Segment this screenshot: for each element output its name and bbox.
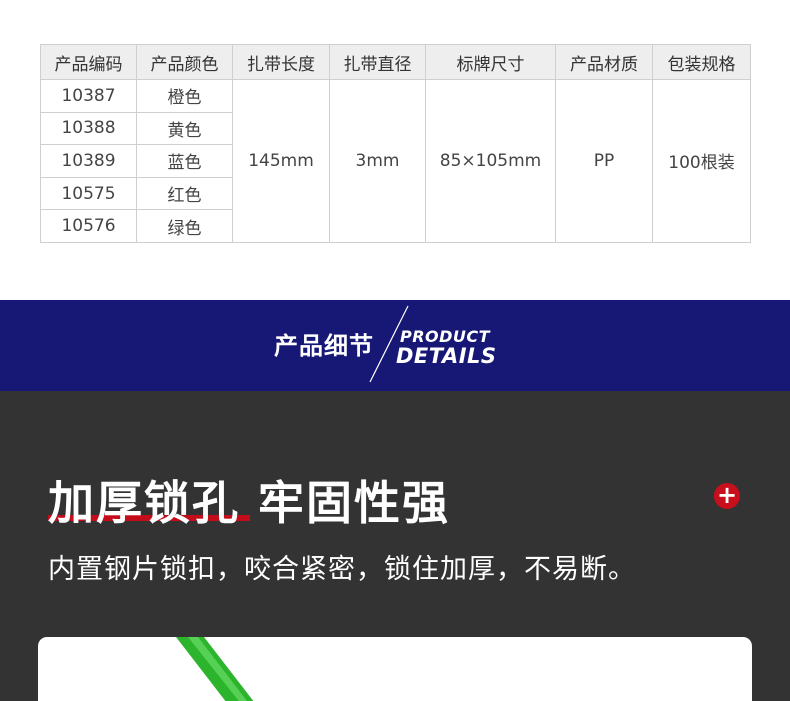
cell-color: 蓝色	[136, 144, 233, 178]
section-banner: 产品细节 PRODUCT DETAILS	[0, 300, 790, 391]
plus-icon[interactable]: +	[714, 483, 740, 509]
banner-title-en-2: DETAILS	[396, 344, 497, 368]
cell-code: 10389	[40, 144, 137, 178]
banner-title-cn: 产品细节	[274, 332, 374, 360]
header-tag-size: 标牌尺寸	[425, 44, 556, 80]
product-image-card	[38, 637, 752, 701]
table-header-row: 产品编码 产品颜色 扎带长度 扎带直径 标牌尺寸 产品材质 包装规格	[40, 44, 751, 80]
detail-headline: 加厚锁孔 牢固性强	[48, 476, 451, 530]
cell-color: 黄色	[136, 111, 233, 146]
cell-code: 10575	[40, 176, 137, 211]
header-diameter: 扎带直径	[329, 44, 426, 80]
header-color: 产品颜色	[136, 44, 233, 80]
cell-material: PP	[555, 79, 653, 243]
spec-table: 产品编码 产品颜色 扎带长度 扎带直径 标牌尺寸 产品材质 包装规格 10387…	[40, 44, 751, 243]
cell-color: 红色	[136, 176, 233, 211]
cell-code: 10576	[40, 209, 137, 243]
detail-subline: 内置钢片锁扣，咬合紧密，锁住加厚，不易断。	[48, 554, 636, 585]
header-code: 产品编码	[40, 44, 137, 80]
cell-length: 145mm	[232, 79, 330, 243]
cell-color: 橙色	[136, 79, 233, 113]
cell-color: 绿色	[136, 209, 233, 243]
cell-diameter: 3mm	[329, 79, 426, 243]
cell-packaging: 100根装	[652, 79, 751, 243]
cable-tie-strap-image	[176, 637, 254, 701]
cell-code: 10387	[40, 79, 137, 113]
header-material: 产品材质	[555, 44, 653, 80]
cell-code: 10388	[40, 111, 137, 146]
cell-tag-size: 85×105mm	[425, 79, 556, 243]
table-row: 10387 橙色 145mm 3mm 85×105mm PP 100根装	[40, 79, 751, 243]
header-packaging: 包装规格	[652, 44, 751, 80]
header-length: 扎带长度	[232, 44, 330, 80]
detail-section: 加厚锁孔 牢固性强 + 内置钢片锁扣，咬合紧密，锁住加厚，不易断。	[0, 391, 790, 701]
